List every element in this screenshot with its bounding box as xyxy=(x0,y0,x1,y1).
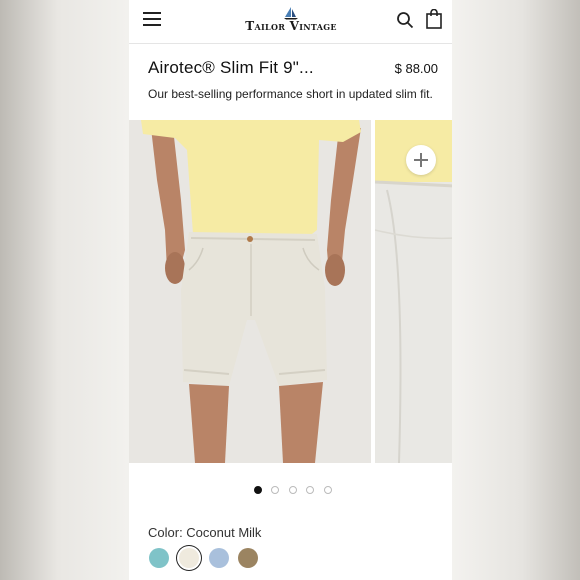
pagination-dot-5[interactable] xyxy=(324,486,332,494)
pagination-dot-4[interactable] xyxy=(306,486,314,494)
gallery-pagination xyxy=(254,486,334,496)
search-icon[interactable] xyxy=(396,11,414,29)
product-price: $ 88.00 xyxy=(394,61,438,76)
brand-logo[interactable]: Tailor Vintage xyxy=(235,6,347,36)
product-page: Tailor Vintage Airotec® Slim Fit 9"... $… xyxy=(129,0,452,580)
hamburger-menu-icon[interactable] xyxy=(143,12,161,26)
model-wearing-shorts-image xyxy=(129,120,371,463)
pagination-dot-3[interactable] xyxy=(289,486,297,494)
shopping-bag-icon[interactable] xyxy=(426,9,442,29)
brand-name: Tailor Vintage xyxy=(245,19,337,33)
product-subtitle: Our best-selling performance short in up… xyxy=(148,87,433,101)
zoom-plus-icon[interactable] xyxy=(406,145,436,175)
product-title-row: Airotec® Slim Fit 9"... $ 88.00 xyxy=(148,58,438,82)
top-navigation-bar: Tailor Vintage xyxy=(129,0,452,44)
sailboat-icon xyxy=(284,7,298,20)
pagination-dot-1[interactable] xyxy=(254,486,262,494)
color-swatch-light-blue[interactable] xyxy=(209,548,229,568)
product-title: Airotec® Slim Fit 9"... xyxy=(148,58,314,77)
color-label: Color: Coconut Milk xyxy=(148,525,262,540)
color-swatch-coconut-milk[interactable] xyxy=(179,548,199,568)
product-image-main[interactable] xyxy=(129,120,371,463)
pagination-dot-2[interactable] xyxy=(271,486,279,494)
color-swatch-khaki[interactable] xyxy=(238,548,258,568)
product-image-gallery[interactable] xyxy=(129,120,452,463)
color-swatch-teal[interactable] xyxy=(149,548,169,568)
